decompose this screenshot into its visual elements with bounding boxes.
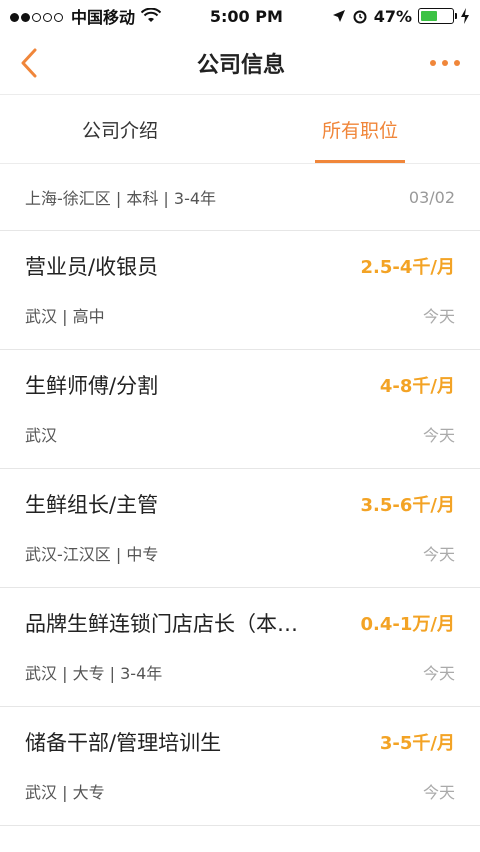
status-time: 5:00 PM [209, 6, 283, 26]
tab-all-positions[interactable]: 所有职位 [240, 95, 480, 163]
alarm-icon [353, 10, 367, 24]
job-title: 品牌生鲜连锁门店店长（本… [25, 612, 298, 636]
more-options-icon[interactable] [429, 60, 460, 66]
carrier-name: 中国移动 [71, 8, 136, 27]
list-item[interactable]: 生鲜师傅/分割 4-8千/月 武汉 今天 [0, 350, 480, 469]
job-salary: 4-8千/月 [379, 376, 455, 397]
wifi-icon [141, 8, 162, 22]
job-salary: 3-5千/月 [379, 733, 455, 754]
list-item[interactable]: 储备干部/管理培训生 3-5千/月 武汉 | 大专 今天 [0, 707, 480, 826]
job-title: 生鲜组长/主管 [25, 493, 159, 517]
job-salary: 2.5-4千/月 [360, 257, 455, 278]
list-item[interactable]: 品牌生鲜连锁门店店长（本… 0.4-1万/月 武汉 | 大专 | 3-4年 今天 [0, 588, 480, 707]
job-date: 03/02 [408, 187, 455, 207]
job-title: 储备干部/管理培训生 [25, 731, 222, 755]
battery-percent: 47% [373, 6, 412, 26]
job-title: 营业员/收银员 [25, 255, 159, 279]
navigation-bar: 公司信息 [0, 32, 480, 95]
job-meta: 武汉 [25, 426, 58, 445]
job-date: 今天 [422, 307, 455, 326]
job-meta: 上海-徐汇区 | 本科 | 3-4年 [25, 189, 217, 208]
location-arrow-icon [332, 10, 345, 22]
job-title: 生鲜师傅/分割 [25, 374, 159, 398]
signal-strength-icon [10, 7, 65, 26]
job-meta: 武汉 | 大专 [25, 783, 105, 802]
charging-bolt-icon [460, 8, 469, 24]
tab-bar: 公司介绍 所有职位 [0, 95, 480, 164]
job-date: 今天 [422, 783, 455, 802]
list-item[interactable]: 生鲜组长/主管 3.5-6千/月 武汉-江汉区 | 中专 今天 [0, 469, 480, 588]
list-item[interactable]: 营业员/收银员 2.5-4千/月 武汉 | 高中 今天 [0, 231, 480, 350]
tab-company-intro[interactable]: 公司介绍 [0, 95, 240, 163]
job-salary: 0.4-1万/月 [360, 614, 455, 635]
page-title: 公司信息 [196, 53, 285, 78]
job-meta: 武汉-江汉区 | 中专 [25, 545, 159, 564]
job-date: 今天 [422, 545, 455, 564]
job-salary: 3.5-6千/月 [360, 495, 455, 516]
job-date: 今天 [422, 664, 455, 683]
back-chevron-icon[interactable] [20, 47, 52, 79]
job-meta: 武汉 | 高中 [25, 307, 105, 326]
job-date: 今天 [422, 426, 455, 445]
list-item[interactable]: 上海-徐汇区 | 本科 | 3-4年 03/02 [0, 164, 480, 231]
job-meta: 武汉 | 大专 | 3-4年 [25, 664, 163, 683]
status-bar: 中国移动 5:00 PM 47% [0, 0, 480, 32]
battery-icon [417, 8, 457, 24]
